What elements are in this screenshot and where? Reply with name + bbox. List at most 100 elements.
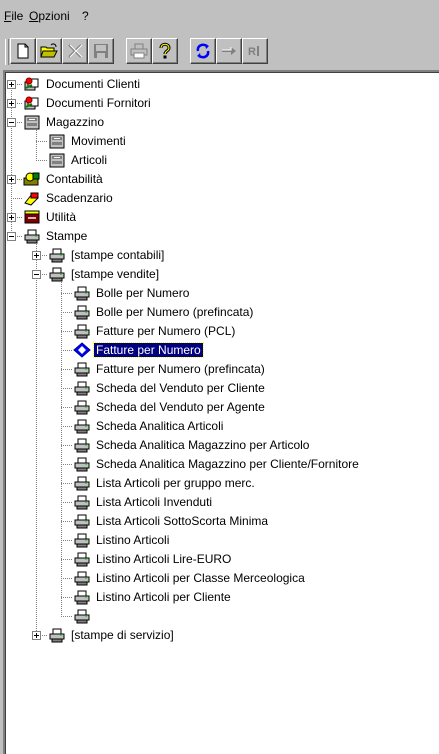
tree-item-stampa-vendite[interactable]: Lista Articoli SottoScorta Minima <box>73 512 270 530</box>
tree-item-label: Documenti Clienti <box>46 77 141 91</box>
documents-icon <box>23 76 41 92</box>
collapse-toggle[interactable] <box>32 270 41 279</box>
expand-toggle[interactable] <box>32 631 41 640</box>
tree-item-label: Utilità <box>46 210 77 224</box>
expand-toggle[interactable] <box>7 99 16 108</box>
tree-item-label: [stampe vendite] <box>71 267 160 281</box>
tree-item-magazzino[interactable]: Magazzino <box>23 113 106 131</box>
warehouse-icon <box>48 152 66 168</box>
svg-text:R: R <box>248 46 256 58</box>
tree-item-label: Fatture per Numero <box>93 342 204 358</box>
tree-item-stampa-vendite[interactable]: Lista Articoli per gruppo merc. <box>73 474 257 492</box>
tree-item-documenti-clienti[interactable]: Documenti Clienti <box>23 75 142 93</box>
tree-item-label: Lista Articoli Invenduti <box>96 495 213 509</box>
print-button[interactable] <box>126 38 152 64</box>
warehouse-icon <box>48 133 66 149</box>
printer-icon <box>73 532 91 548</box>
tree-item-utilita[interactable]: Utilità <box>23 208 78 226</box>
tree-item-label: Fatture per Numero (PCL) <box>96 324 236 338</box>
delete-button[interactable] <box>62 38 88 64</box>
report-button[interactable]: R <box>242 38 268 64</box>
printer-icon <box>73 513 91 529</box>
toolbar-grip[interactable] <box>5 39 9 65</box>
tree-item-label: Listino Articoli per Classe Merceologica <box>96 571 305 585</box>
printer-icon <box>73 399 91 415</box>
printer-icon <box>73 475 91 491</box>
toolbar: R <box>0 33 439 69</box>
collapse-toggle[interactable] <box>7 232 16 241</box>
tree-item-label: Scheda Analitica Articoli <box>96 419 224 433</box>
printer-icon <box>73 608 91 624</box>
accounting-icon <box>23 171 41 187</box>
expand-toggle[interactable] <box>32 251 41 260</box>
tree-item-scadenzario[interactable]: Scadenzario <box>23 189 115 207</box>
tools-icon <box>23 209 41 225</box>
printer-icon <box>48 247 66 263</box>
expand-toggle[interactable] <box>7 175 16 184</box>
tree-item-stampa-vendite[interactable]: Scheda del Venduto per Cliente <box>73 379 267 397</box>
menu-options-label: pzioni <box>38 9 70 23</box>
collapse-toggle[interactable] <box>7 118 16 127</box>
tree-item-stampe-contabili[interactable]: [stampe contabili] <box>48 246 166 264</box>
tree-item-stampa-vendite[interactable]: Fatture per Numero <box>73 341 204 359</box>
tree-item-label: Documenti Fornitori <box>46 96 151 110</box>
tree-item-stampa-vendite[interactable] <box>73 607 98 625</box>
tree-item-documenti-fornitori[interactable]: Documenti Fornitori <box>23 94 153 112</box>
warehouse-icon <box>23 114 41 130</box>
printer-icon <box>73 418 91 434</box>
tree-item-stampa-vendite[interactable]: Listino Articoli Lire-EURO <box>73 550 233 568</box>
tree-item-label: Bolle per Numero <box>96 286 190 300</box>
printer-icon <box>23 228 41 244</box>
tree-item-contabilita[interactable]: Contabilità <box>23 170 105 188</box>
tree-item-label: [stampe contabili] <box>71 248 165 262</box>
tree-item-label: Scheda Analitica Magazzino per Cliente/F… <box>96 457 359 471</box>
selected-report-icon <box>73 342 91 358</box>
expand-toggle[interactable] <box>7 213 16 222</box>
printer-icon <box>73 361 91 377</box>
tree-item-stampa-vendite[interactable]: Scheda del Venduto per Agente <box>73 398 267 416</box>
printer-icon <box>73 285 91 301</box>
tree-item-movimenti[interactable]: Movimenti <box>48 132 128 150</box>
help-button[interactable] <box>152 38 178 64</box>
tree-item-label: Stampe <box>46 229 88 243</box>
new-button[interactable] <box>10 38 36 64</box>
printer-icon <box>73 456 91 472</box>
menu-options[interactable]: Opzioni <box>29 9 70 23</box>
menu-bar: File Opzioni ? <box>0 0 439 33</box>
open-button[interactable] <box>36 38 62 64</box>
expand-toggle[interactable] <box>7 80 16 89</box>
tree-item-stampa-vendite[interactable]: Listino Articoli per Classe Merceologica <box>73 569 307 587</box>
tree-item-articoli[interactable]: Articoli <box>48 151 109 169</box>
refresh-button[interactable] <box>190 38 216 64</box>
tree-item-stampa-vendite[interactable]: Bolle per Numero (prefincata) <box>73 303 255 321</box>
tree-item-stampa-vendite[interactable]: Fatture per Numero (PCL) <box>73 322 237 340</box>
printer-icon <box>73 304 91 320</box>
tree-item-stampa-vendite[interactable]: Fatture per Numero (prefincata) <box>73 360 267 378</box>
tree-item-label: Listino Articoli <box>96 533 170 547</box>
tree-item-stampa-vendite[interactable]: Bolle per Numero <box>73 284 191 302</box>
menu-options-accel: O <box>29 9 39 23</box>
tree-item-stampa-vendite[interactable]: Listino Articoli per Cliente <box>73 588 233 606</box>
printer-icon <box>73 380 91 396</box>
tree-item-stampa-vendite[interactable]: Lista Articoli Invenduti <box>73 493 214 511</box>
menu-file[interactable]: File <box>4 9 23 23</box>
printer-icon <box>73 589 91 605</box>
tree-item-label: Scadenzario <box>46 191 113 205</box>
tree-item-stampe[interactable]: Stampe <box>23 227 89 245</box>
calendar-icon <box>23 190 41 206</box>
printer-icon <box>48 627 66 643</box>
tree-item-stampe-servizio[interactable]: [stampe di servizio] <box>48 626 176 644</box>
tree-item-stampa-vendite[interactable]: Scheda Analitica Articoli <box>73 417 225 435</box>
tree-item-stampe-vendite[interactable]: [stampe vendite] <box>48 265 161 283</box>
menu-help[interactable]: ? <box>82 9 89 23</box>
tree-item-label: Magazzino <box>46 115 105 129</box>
tree-item-stampa-vendite[interactable]: Scheda Analitica Magazzino per Cliente/F… <box>73 455 361 473</box>
tree-item-stampa-vendite[interactable]: Scheda Analitica Magazzino per Articolo <box>73 436 311 454</box>
tree-item-label: [stampe di servizio] <box>71 628 174 642</box>
save-button[interactable] <box>88 38 114 64</box>
go-button[interactable] <box>216 38 242 64</box>
tree-item-stampa-vendite[interactable]: Listino Articoli <box>73 531 171 549</box>
tree-item-label: Lista Articoli per gruppo merc. <box>96 476 255 490</box>
tree-view[interactable]: Documenti Clienti Documenti Fornitori Maga… <box>3 70 439 754</box>
tree-item-label: Movimenti <box>71 134 126 148</box>
